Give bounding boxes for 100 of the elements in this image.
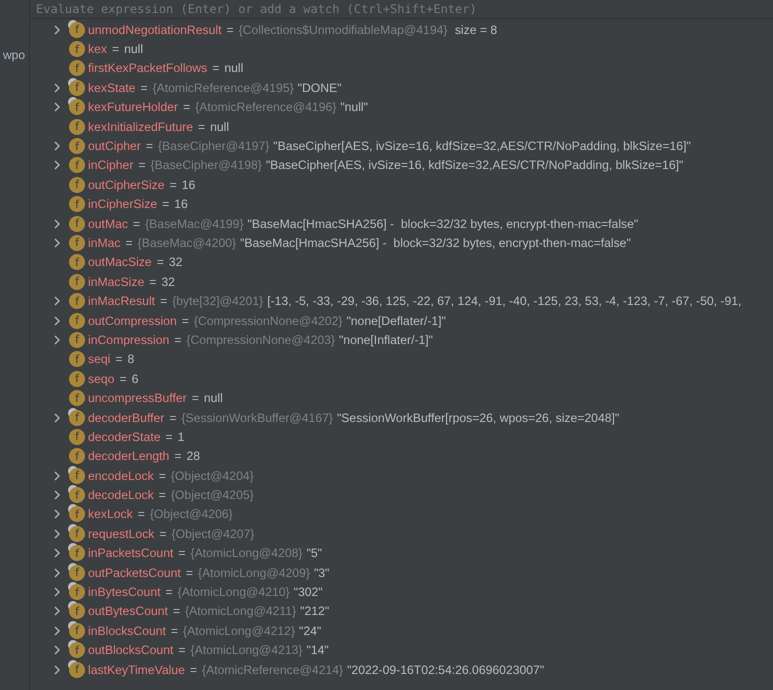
equals-sign: =: [162, 197, 170, 212]
final-field-icon: f: [69, 564, 85, 581]
variable-value: "BaseCipher[AES, ivSize=16, kdfSize=32,AES/CTR/NoPadding, blkSize=16]": [273, 139, 691, 154]
field-icon: f: [69, 448, 85, 464]
variable-type: {Object@4206}: [150, 507, 233, 522]
final-field-icon: f: [69, 603, 85, 620]
variable-value: "2022-09-16T02:54:26.0696023007": [347, 662, 544, 677]
field-icon: f: [69, 293, 85, 310]
variable-name: firstKexPacketFollows: [88, 61, 208, 76]
variable-value: size = 8: [454, 22, 498, 37]
variable-name: decodeLock: [88, 488, 154, 502]
equals-sign: =: [174, 449, 182, 464]
variable-name: outBlocksCount: [88, 643, 174, 658]
variable-value: "BaseCipher[AES, ivSize=16, kdfSize=32,AES/CTR/NoPadding, blkSize=16]": [266, 158, 684, 172]
final-field-icon: f: [69, 22, 85, 38]
variable-type: {AtomicLong@4208}: [190, 546, 302, 560]
variable-value: [-13, -5, -33, -29, -36, 125, -22, 67, 124, -91, -40, -125, 23, 53, -4, -123, -7, -67, -50, -91,: [267, 294, 742, 308]
field-icon: f: [69, 118, 85, 135]
variable-type: {BaseMac@4199}: [145, 216, 244, 231]
equals-sign: =: [158, 488, 166, 502]
variable-value: "3": [314, 566, 330, 580]
equals-sign: =: [166, 430, 173, 444]
variable-name: inCompression: [88, 332, 170, 347]
variable-value: "none[Deflater/-1]": [346, 314, 446, 328]
variable-type: {byte[32]@4201}: [172, 294, 264, 308]
equals-sign: =: [169, 410, 176, 424]
final-field-icon: f: [69, 487, 85, 504]
variable-value: null: [204, 391, 223, 406]
field-icon: f: [69, 332, 85, 348]
equals-sign: =: [166, 585, 173, 600]
final-field-icon: f: [69, 80, 85, 96]
variable-name: outBytesCount: [88, 604, 168, 618]
final-field-icon: f: [69, 410, 85, 426]
variable-value: 6: [132, 372, 138, 386]
variable-name: seqi: [88, 352, 110, 366]
equals-sign: =: [140, 80, 148, 95]
field-icon: f: [69, 254, 85, 270]
variable-name: outPacketsCount: [88, 566, 181, 580]
field-icon: f: [69, 216, 85, 232]
variable-name: decoderLength: [88, 449, 170, 464]
equals-sign: =: [146, 139, 153, 154]
field-icon: f: [69, 157, 85, 174]
variable-value: "212": [300, 604, 330, 618]
variable-name: uncompressBuffer: [88, 391, 187, 406]
field-icon: f: [69, 370, 85, 387]
variable-value: "DONE": [298, 80, 342, 95]
field-icon: f: [69, 274, 85, 290]
variable-name: inBlocksCount: [88, 624, 166, 638]
variable-name: kexInitializedFuture: [88, 120, 193, 134]
equals-sign: =: [183, 100, 190, 114]
equals-sign: =: [119, 372, 127, 386]
variable-value: "BaseMac[HmacSHA256] - block=32/32 bytes, encrypt-then-mac=false": [240, 236, 631, 250]
equals-sign: =: [198, 120, 206, 134]
variable-name: outCompression: [88, 314, 177, 328]
variable-type: {BaseCipher@4198}: [150, 158, 262, 172]
variable-name: requestLock: [88, 526, 154, 541]
variable-type: {Object@4207}: [172, 526, 254, 541]
variable-name: outCipher: [88, 139, 141, 154]
equals-sign: =: [178, 643, 186, 658]
variable-name: inCipher: [88, 158, 134, 172]
variable-name: unmodNegotiationResult: [88, 22, 222, 37]
variable-name: kexState: [88, 80, 136, 95]
variable-value: "302": [294, 585, 323, 600]
variable-value: "14": [306, 643, 329, 658]
field-icon: f: [69, 351, 85, 368]
equals-sign: =: [159, 526, 167, 541]
final-field-icon: f: [69, 526, 85, 542]
variable-name: decoderState: [88, 430, 161, 444]
final-field-icon: f: [69, 642, 85, 658]
variable-type: {Object@4204}: [170, 468, 254, 483]
variable-name: inMacSize: [88, 274, 144, 289]
variable-name: kex: [88, 42, 107, 56]
variable-type: {CompressionNone@4202}: [194, 314, 342, 328]
equals-sign: =: [158, 468, 166, 483]
equals-sign: =: [190, 662, 197, 677]
variable-value: "none[Inflater/-1]": [338, 332, 434, 347]
variable-type: {AtomicReference@4195}: [152, 80, 294, 95]
equals-sign: =: [138, 158, 146, 172]
field-icon: f: [69, 428, 85, 445]
equals-sign: =: [112, 42, 120, 56]
variable-type: {SessionWorkBuffer@4167}: [181, 410, 333, 424]
equals-sign: =: [156, 255, 164, 270]
field-icon: f: [69, 176, 85, 193]
variable-type: {BaseCipher@4197}: [158, 139, 270, 154]
variable-value: 32: [161, 274, 175, 289]
variable-type: {AtomicLong@4210}: [178, 585, 290, 600]
variable-value: 28: [186, 449, 200, 464]
equals-sign: =: [160, 294, 168, 308]
variable-value: null: [210, 120, 230, 134]
variable-value: 16: [174, 197, 188, 212]
field-icon: f: [69, 41, 85, 58]
equals-sign: =: [170, 624, 178, 638]
equals-sign: =: [212, 61, 220, 76]
final-field-icon: f: [69, 584, 85, 600]
field-icon: f: [69, 196, 85, 212]
variable-name: outMac: [88, 216, 128, 231]
final-field-icon: f: [69, 545, 85, 562]
variable-name: inMacResult: [88, 294, 156, 308]
variable-value: "24": [299, 624, 322, 638]
variable-value: null: [124, 42, 144, 56]
